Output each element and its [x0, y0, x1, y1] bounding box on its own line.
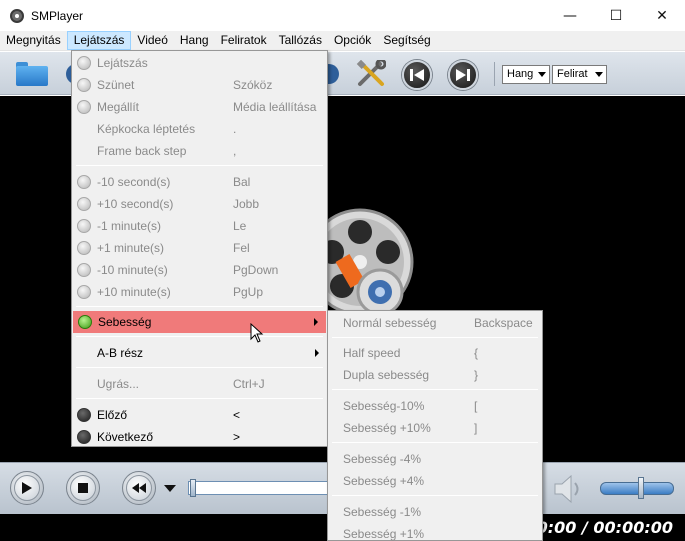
menu-item-ab-section[interactable]: A-B rész	[72, 342, 327, 364]
submenu-item-speed-minus-4[interactable]: Sebesség -4%	[328, 448, 542, 470]
submenu-arrow-icon	[314, 318, 318, 326]
forward-icon	[77, 241, 91, 255]
chevron-down-icon	[538, 72, 546, 77]
menu-item-play[interactable]: Lejátszás	[72, 52, 327, 74]
previous-track-icon[interactable]	[402, 60, 432, 90]
play-icon	[22, 482, 32, 494]
menu-item-plus-1m[interactable]: +1 minute(s) Fel	[72, 237, 327, 259]
stop-button[interactable]	[66, 471, 100, 505]
play-menu-dropdown: Lejátszás Szünet Szóköz Megállít Média l…	[71, 50, 328, 447]
menu-item-pause[interactable]: Szünet Szóköz	[72, 74, 327, 96]
speed-icon	[78, 315, 92, 329]
maximize-button[interactable]: ☐	[593, 0, 639, 31]
menu-audio[interactable]: Hang	[174, 31, 215, 50]
open-folder-icon[interactable]	[16, 62, 48, 86]
submenu-item-normal-speed[interactable]: Normál sebesség Backspace	[328, 312, 542, 334]
speed-submenu: Normál sebesség Backspace Half speed { D…	[327, 310, 543, 541]
menu-separator	[76, 165, 323, 166]
minimize-button[interactable]: —	[547, 0, 593, 31]
menu-separator	[76, 336, 323, 337]
submenu-item-speed-minus-1[interactable]: Sebesség -1%	[328, 501, 542, 523]
menu-separator	[332, 442, 538, 443]
previous-icon	[77, 408, 91, 422]
menu-item-plus-10m[interactable]: +10 minute(s) PgUp	[72, 281, 327, 303]
stop-icon	[78, 483, 88, 493]
submenu-item-speed-plus-10[interactable]: Sebesség +10% ]	[328, 417, 542, 439]
menu-play[interactable]: Lejátszás	[66, 31, 132, 50]
menu-options[interactable]: Opciók	[328, 31, 377, 50]
next-track-icon[interactable]	[448, 60, 478, 90]
subtitle-track-dropdown[interactable]: Felirat	[552, 65, 607, 84]
close-button[interactable]: ✕	[639, 0, 685, 31]
window-controls: — ☐ ✕	[547, 0, 685, 31]
menu-separator	[76, 367, 323, 368]
menu-help[interactable]: Segítség	[377, 31, 436, 50]
menu-item-stop[interactable]: Megállít Média leállítása	[72, 96, 327, 118]
toolbar-separator	[494, 62, 495, 86]
menu-item-plus-10s[interactable]: +10 second(s) Jobb	[72, 193, 327, 215]
menu-item-frame-back-step[interactable]: Frame back step ,	[72, 140, 327, 162]
menu-item-frame-step[interactable]: Képkocka léptetés .	[72, 118, 327, 140]
submenu-item-half-speed[interactable]: Half speed {	[328, 342, 542, 364]
play-button[interactable]	[10, 471, 44, 505]
chevron-down-icon	[595, 72, 603, 77]
audio-track-dropdown[interactable]: Hang	[502, 65, 550, 84]
menu-item-minus-10m[interactable]: -10 minute(s) PgDown	[72, 259, 327, 281]
forward-icon	[77, 285, 91, 299]
audio-track-label: Hang	[507, 68, 534, 80]
title-bar: SMPlayer — ☐ ✕	[0, 0, 685, 31]
rewind-icon	[77, 263, 91, 277]
window-title: SMPlayer	[31, 8, 84, 23]
menu-item-minus-10s[interactable]: -10 second(s) Bal	[72, 171, 327, 193]
volume-handle[interactable]	[638, 477, 644, 499]
menu-video[interactable]: Videó	[131, 31, 173, 50]
next-icon	[77, 430, 91, 444]
rewind-icon	[77, 219, 91, 233]
submenu-item-double-speed[interactable]: Dupla sebesség }	[328, 364, 542, 386]
submenu-item-speed-plus-4[interactable]: Sebesség +4%	[328, 470, 542, 492]
rewind-icon	[77, 175, 91, 189]
menu-separator	[76, 306, 323, 307]
time-display: 00:00 / 00:00:00	[525, 518, 673, 537]
toolbar-icon-partial-right[interactable]	[327, 64, 339, 84]
pause-icon	[77, 78, 91, 92]
submenu-arrow-icon	[315, 349, 319, 357]
stop-icon	[77, 100, 91, 114]
submenu-item-speed-plus-1[interactable]: Sebesség +1%	[328, 523, 542, 541]
rewind-options-chevron-icon[interactable]	[164, 485, 176, 492]
volume-slider[interactable]	[600, 482, 674, 495]
menu-open[interactable]: Megnyitás	[0, 31, 67, 50]
menu-item-jump[interactable]: Ugrás... Ctrl+J	[72, 373, 327, 395]
menu-subtitles[interactable]: Feliratok	[215, 31, 273, 50]
menu-item-previous[interactable]: Előző <	[72, 404, 327, 426]
rewind-icon	[132, 483, 146, 493]
menu-bar: Megnyitás Lejátszás Videó Hang Feliratok…	[0, 31, 685, 51]
menu-item-next[interactable]: Következő >	[72, 426, 327, 448]
menu-item-speed[interactable]: Sebesség	[73, 311, 326, 333]
submenu-item-speed-minus-10[interactable]: Sebesség-10% [	[328, 395, 542, 417]
play-icon	[77, 56, 91, 70]
menu-browse[interactable]: Tallózás	[273, 31, 328, 50]
volume-speaker-icon[interactable]	[553, 473, 583, 505]
seek-handle[interactable]	[190, 479, 196, 497]
subtitle-track-label: Felirat	[557, 68, 588, 80]
menu-separator	[332, 337, 538, 338]
mouse-pointer-icon	[250, 322, 264, 343]
menu-separator	[76, 398, 323, 399]
menu-separator	[332, 495, 538, 496]
menu-separator	[332, 389, 538, 390]
rewind-button[interactable]	[122, 471, 156, 505]
forward-icon	[77, 197, 91, 211]
preferences-tools-icon[interactable]	[356, 58, 387, 88]
smplayer-app-icon	[9, 8, 25, 24]
menu-item-minus-1m[interactable]: -1 minute(s) Le	[72, 215, 327, 237]
